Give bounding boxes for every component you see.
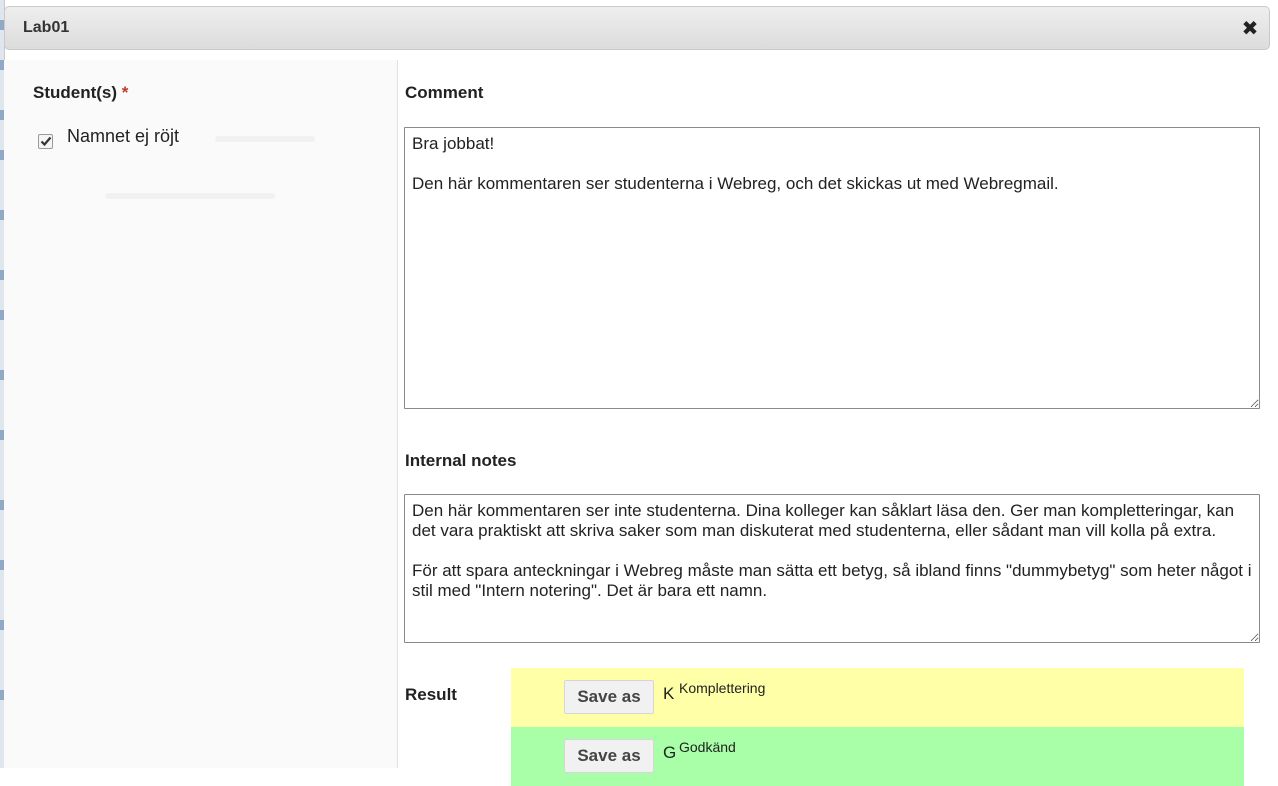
grade-letter: K [663,684,675,703]
grade-name: Komplettering [679,680,766,696]
save-as-k-button[interactable]: Save as [564,680,654,714]
comment-label: Comment [405,83,484,102]
grade-name: Godkänd [679,739,736,755]
result-option-k: Save as K Komplettering [511,668,1244,727]
required-mark: * [121,83,129,102]
column-divider [397,60,398,768]
grade-letter: G [663,743,677,762]
dialog-title: Lab01 [23,19,70,36]
students-label: Student(s) * [33,83,128,103]
result-label: Result [405,685,457,704]
student-name: Namnet ej röjt [67,126,180,146]
close-icon[interactable]: ✖ [1239,17,1261,39]
dialog-titlebar: Lab01 ✖ [4,6,1270,50]
internal-notes-label: Internal notes [405,451,517,470]
internal-notes-textarea[interactable]: Den här kommentaren ser inte studenterna… [404,494,1260,643]
comment-textarea[interactable]: Bra jobbat! Den här kommentaren ser stud… [404,127,1260,409]
checkmark-icon [40,136,52,147]
faded-text [105,193,275,199]
result-option-g: Save as G Godkänd [511,727,1244,786]
faded-text [215,136,315,142]
student-checkbox[interactable] [38,134,53,149]
students-label-text: Student(s) [33,83,118,102]
students-panel [4,60,397,768]
